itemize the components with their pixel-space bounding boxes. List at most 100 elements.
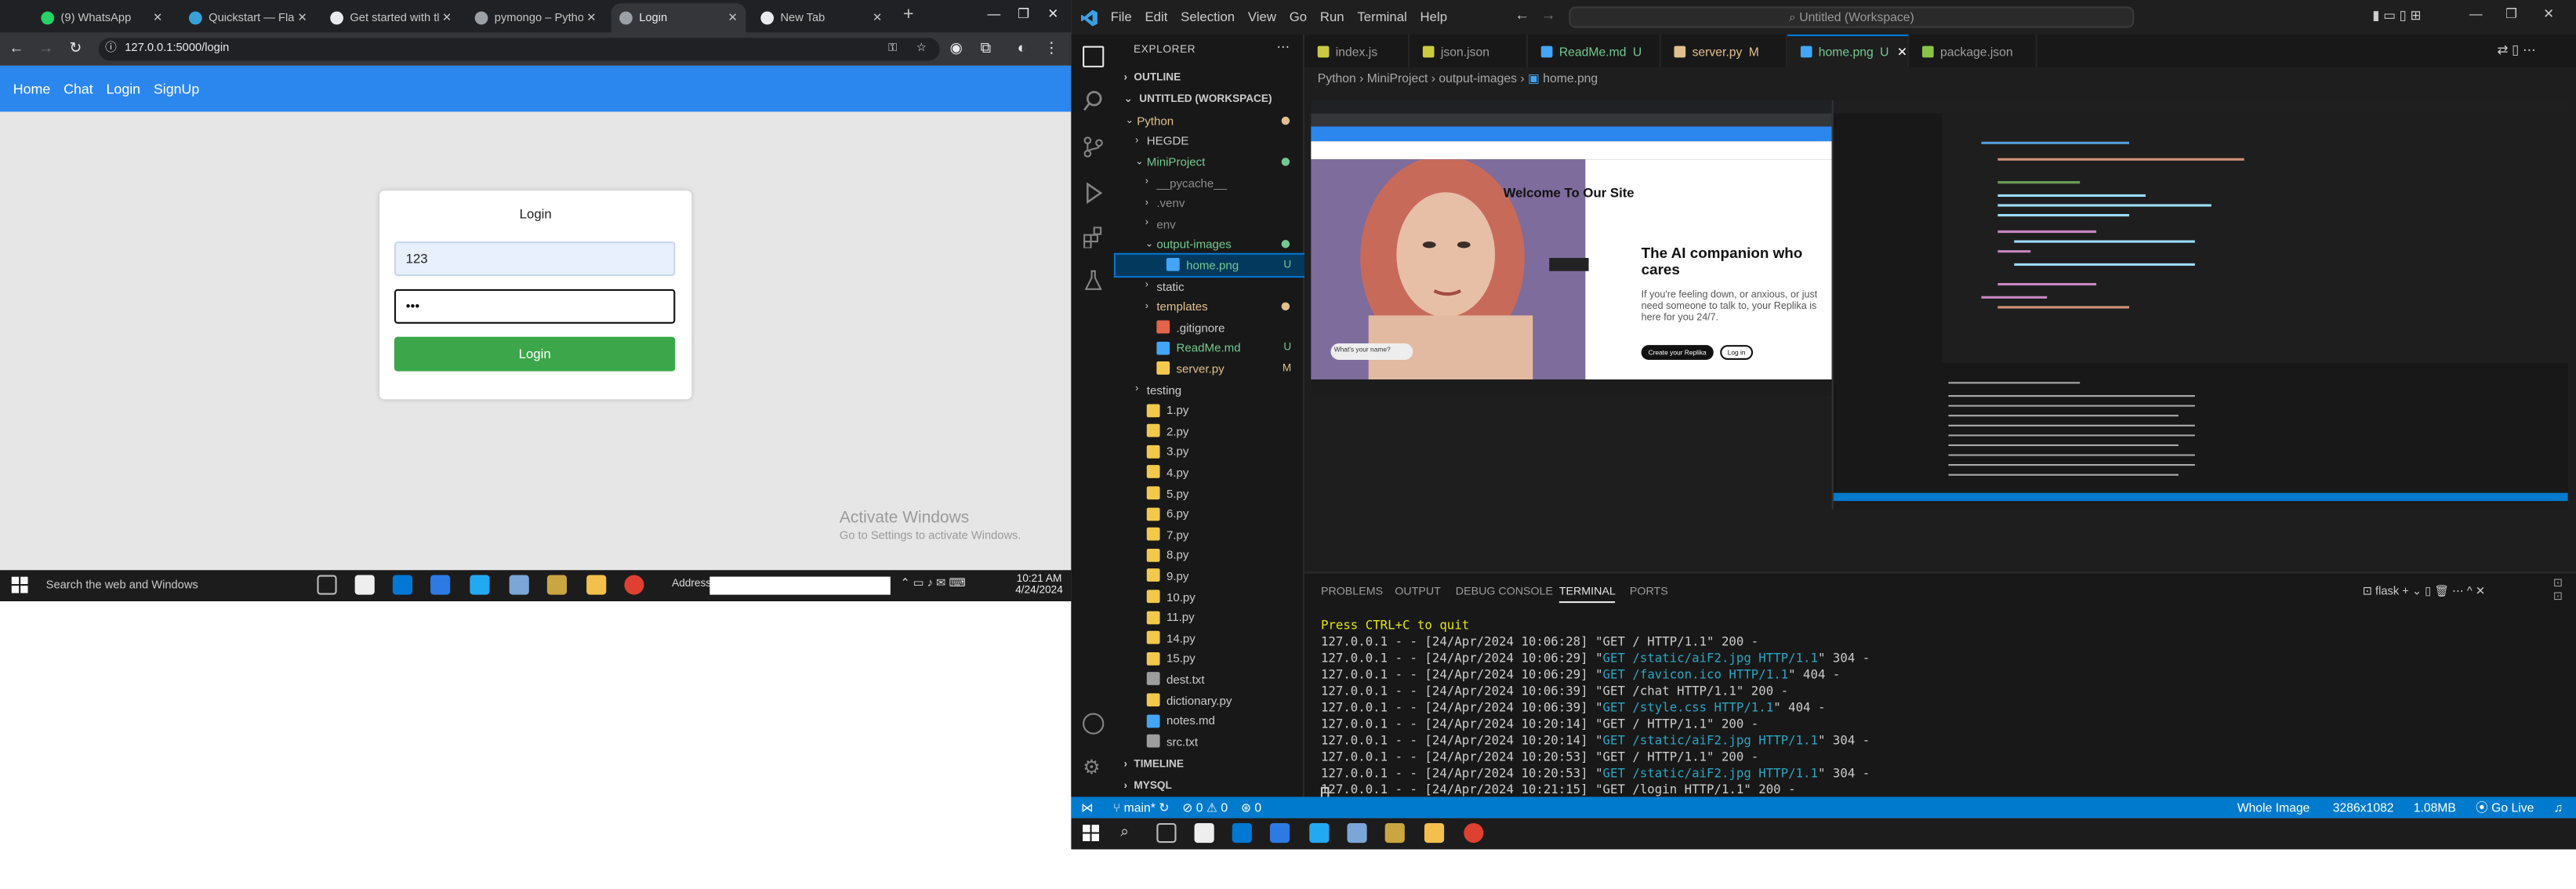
explorer-item[interactable]: .gitignore (1116, 317, 1304, 337)
menu-help[interactable]: Help (1420, 10, 1447, 25)
editor-tab[interactable]: home.png U ✕ (1787, 34, 1910, 67)
explorer-item[interactable]: 1.py (1116, 400, 1304, 420)
menu-file[interactable]: File (1111, 10, 1132, 25)
source-control-icon[interactable] (1083, 136, 1104, 158)
terminal-shell-selector[interactable]: ⊡ flask + ⌄ ▯ 🗑 ⋯ ^ ✕ (2363, 585, 2486, 598)
chrome-tab[interactable]: Quickstart — Flask D✕ (181, 3, 316, 33)
panel-tab-terminal[interactable]: TERMINAL (1558, 586, 1616, 604)
tab-close-icon[interactable]: ✕ (294, 12, 310, 25)
run-debug-icon[interactable] (1083, 182, 1104, 204)
minimize-icon[interactable]: — (982, 6, 1005, 21)
explorer-item[interactable]: ReadMe.md U (1116, 338, 1304, 358)
breadcrumb-output-images[interactable]: output-images (1439, 71, 1517, 85)
address-bar[interactable]: ⓘ 127.0.0.1:5000/login ☆ ⚿ (98, 38, 940, 61)
taskbar-search-box[interactable]: Search the web and Windows (33, 570, 304, 601)
terminal-list-icons[interactable]: ⊡ ⊡ (2553, 577, 2563, 603)
nav-back-icon[interactable]: ← (1515, 6, 1529, 23)
vscode-taskbar-icon[interactable] (470, 575, 490, 595)
image-preview[interactable]: What's your name? Welcome To Our Site Th… (1311, 100, 2576, 565)
close-window-icon[interactable]: ✕ (1042, 6, 1065, 21)
window-restore-icon[interactable]: ❐ (2505, 6, 2517, 21)
mail-icon-2[interactable] (1232, 822, 1252, 844)
explorer-item[interactable]: notes.md (1116, 710, 1304, 731)
nav-chat[interactable]: Chat (63, 81, 93, 97)
timeline-section[interactable]: › TIMELINE (1116, 754, 1304, 775)
explorer-icon[interactable] (1083, 45, 1105, 67)
explorer-item[interactable]: › HEGDE (1116, 131, 1304, 151)
explorer-item[interactable]: 4.py (1116, 462, 1304, 482)
notes-icon-2[interactable] (1269, 822, 1290, 844)
explorer-item[interactable]: › __pycache__ (1116, 172, 1304, 193)
tab-close-icon[interactable]: ✕ (869, 12, 886, 25)
tab-close-icon[interactable]: ✕ (150, 12, 166, 25)
panel-tab-problems[interactable]: PROBLEMS (1321, 586, 1383, 598)
image-zoom-kind[interactable]: Whole Image (2237, 800, 2310, 815)
system-tray-icons[interactable]: ⌃ ▭ ♪ ✉ ⌨ (900, 577, 965, 590)
notifications-bell-icon[interactable]: ♫ (2554, 800, 2563, 815)
git-taskbar-icon-2[interactable] (1384, 822, 1405, 844)
username-input[interactable]: 123 (394, 241, 676, 277)
editor-actions-icons[interactable]: ⇄ ▯ ⋯ (2497, 42, 2535, 57)
profile-icon[interactable]: ◐ (1012, 39, 1032, 56)
editor-tab[interactable]: ReadMe.md U (1528, 34, 1661, 67)
editor-tab[interactable]: package.json (1909, 34, 2037, 67)
breadcrumb-home-png[interactable]: home.png (1543, 71, 1598, 85)
search-view-icon[interactable] (1083, 90, 1104, 111)
window-minimize-icon[interactable]: — (2469, 6, 2483, 21)
explorer-item[interactable]: › .venv (1116, 193, 1304, 213)
menu-edit[interactable]: Edit (1145, 10, 1167, 25)
explorer-item[interactable]: 2.py (1116, 420, 1304, 441)
explorer-item[interactable]: dest.txt (1116, 669, 1304, 689)
store-icon-2[interactable] (1194, 822, 1214, 844)
password-input[interactable]: ••• (394, 288, 676, 324)
nav-home[interactable]: Home (13, 81, 51, 97)
menu-terminal[interactable]: Terminal (1357, 10, 1406, 25)
git-taskbar-icon[interactable] (546, 575, 568, 595)
breadcrumb-miniproject[interactable]: MiniProject (1367, 71, 1428, 85)
chrome-tab[interactable]: Get started with the✕ (322, 3, 460, 33)
explorer-item[interactable]: ⌄ Python (1116, 110, 1304, 130)
explorer-item[interactable]: › testing (1116, 379, 1304, 400)
problems-indicator[interactable]: ⊘ 0 ⚠ 0 (1182, 800, 1228, 815)
taskbar-search-icon[interactable]: ⌕ (1120, 823, 1129, 841)
editor-tab[interactable]: index.js (1304, 34, 1410, 67)
extensions-icon[interactable]: ⧉ (976, 39, 996, 57)
chrome-taskbar-icon[interactable] (624, 575, 644, 595)
tab-close-icon[interactable]: ✕ (439, 12, 455, 25)
login-button[interactable]: Login (394, 336, 676, 372)
explorer-item[interactable]: home.png U (1113, 253, 1307, 278)
branch-indicator[interactable]: ⑂ main* ↻ (1113, 800, 1170, 815)
explorer-item[interactable]: › env (1116, 213, 1304, 234)
breadcrumb-python[interactable]: Python (1318, 71, 1356, 85)
workspace-section[interactable]: ⌄ UNTITLED (WORKSPACE) (1116, 89, 1304, 109)
mail-icon[interactable] (392, 575, 413, 595)
address-toolbar-input[interactable] (709, 576, 891, 595)
extensions-view-icon[interactable] (1083, 227, 1104, 249)
go-live-button[interactable]: ⦿ Go Live (2476, 799, 2534, 817)
nav-login[interactable]: Login (107, 81, 141, 97)
windows-start-icon[interactable] (11, 576, 28, 593)
explorer-item[interactable]: ⌄ output-images (1116, 234, 1304, 255)
explorer-item[interactable]: 7.py (1116, 524, 1304, 545)
task-view-icon[interactable] (317, 575, 337, 595)
remote-icon[interactable]: ⋈ (1081, 800, 1094, 815)
nav-signup[interactable]: SignUp (154, 81, 199, 97)
nav-forward-icon[interactable]: → (1541, 6, 1556, 23)
vscode-taskbar-icon-2[interactable] (1309, 822, 1330, 844)
incognito-icon[interactable]: ◉ (946, 39, 966, 57)
explorer-more-icon[interactable]: ⋯ (1276, 39, 1290, 54)
window-close-icon[interactable]: ✕ (2543, 6, 2554, 21)
task-view-icon-2[interactable] (1156, 822, 1177, 844)
chrome-tab[interactable]: Login ✕ (611, 3, 746, 33)
outline-section[interactable]: › OUTLINE (1116, 67, 1304, 88)
maximize-icon[interactable]: ❐ (1012, 6, 1035, 21)
explorer-item[interactable]: 3.py (1116, 441, 1304, 462)
key-icon[interactable]: ⚿ (888, 38, 897, 60)
app-taskbar-icon[interactable] (509, 575, 529, 595)
explorer-item[interactable]: 9.py (1116, 565, 1304, 586)
folder-taskbar-icon[interactable] (586, 575, 607, 595)
layout-toggle-icons[interactable]: ▮ ▭ ▯ ⊞ (2372, 8, 2421, 23)
explorer-item[interactable]: dictionary.py (1116, 690, 1304, 710)
chrome-tab[interactable]: New Tab ✕ (753, 3, 891, 33)
taskbar-clock[interactable]: 10:21 AM 4/24/2024 (1010, 573, 1068, 596)
